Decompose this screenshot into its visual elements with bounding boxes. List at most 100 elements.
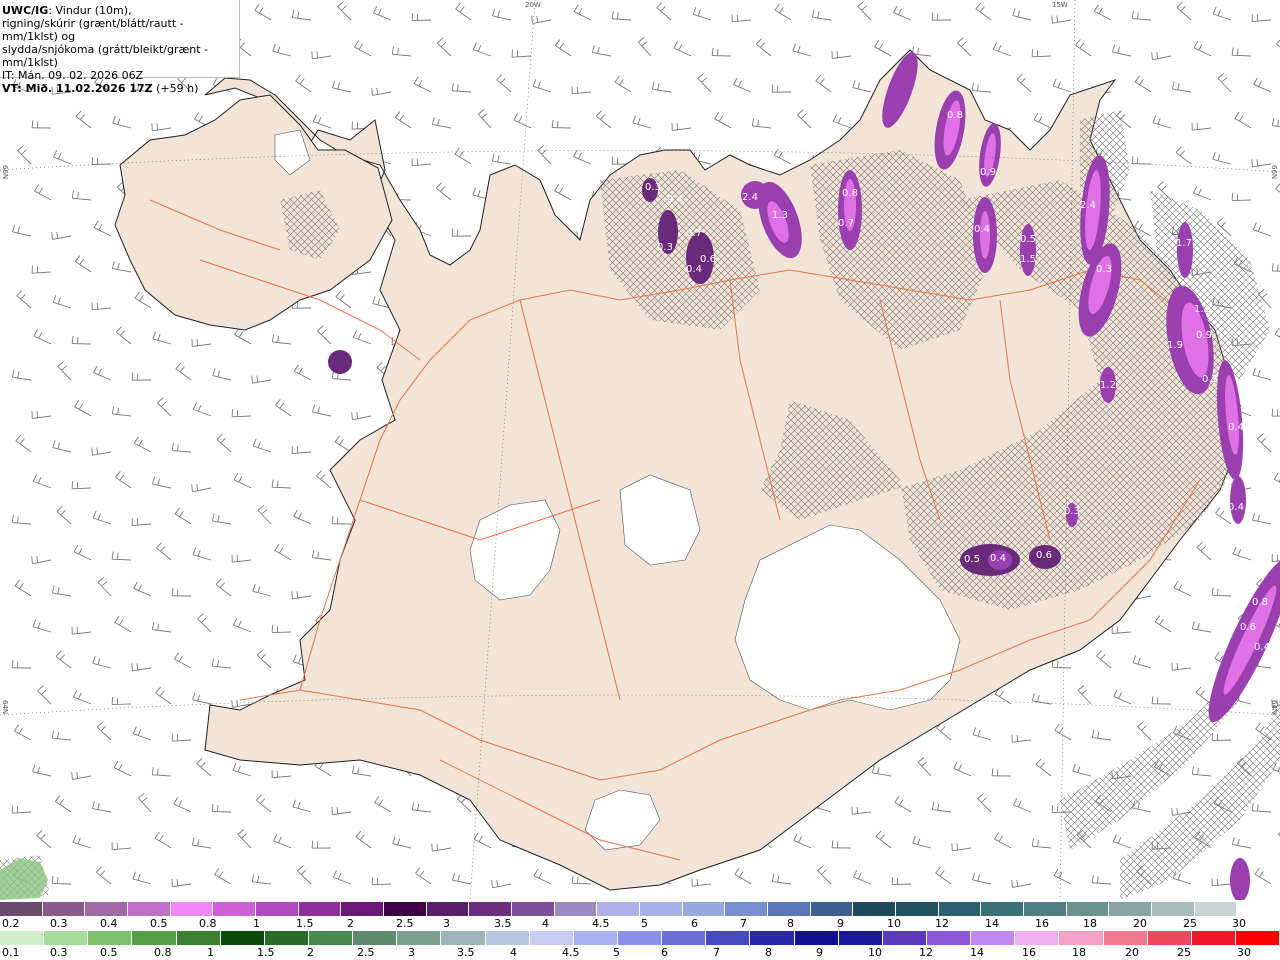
- scale-label: 0.4: [100, 917, 118, 930]
- wind-barb: [1152, 114, 1172, 130]
- wind-barb: [1134, 719, 1158, 741]
- precip-value-label: 0.3: [1064, 506, 1080, 517]
- precip-value-label: 0.4: [1228, 502, 1244, 513]
- precip-value-label: 0.4: [990, 553, 1006, 564]
- scale-swatch: [682, 902, 726, 916]
- precip-value-label: 1.7: [1176, 238, 1192, 249]
- wind-barb: [248, 368, 272, 389]
- wind-barb: [53, 794, 75, 813]
- wind-barb: [1192, 185, 1213, 201]
- scale-label: 1: [253, 917, 260, 930]
- precip-value-label: 0.4: [974, 224, 990, 235]
- wind-barb: [292, 509, 313, 525]
- wind-barb: [694, 71, 718, 93]
- wind-barb: [948, 835, 972, 857]
- wind-barb: [449, 78, 472, 98]
- scale-label: 6: [691, 917, 698, 930]
- wind-barb: [1029, 43, 1052, 63]
- wind-barb: [393, 110, 415, 129]
- wind-barb: [33, 828, 57, 849]
- scale-swatch: [971, 931, 1016, 945]
- wind-barb: [170, 438, 192, 457]
- wind-barb: [431, 114, 452, 131]
- wind-barb: [112, 760, 134, 777]
- wind-barb: [191, 690, 212, 707]
- wind-barb: [149, 762, 172, 782]
- wind-barb: [509, 43, 532, 64]
- wind-barb: [252, 438, 272, 453]
- scale-label: 4: [542, 917, 549, 930]
- wind-barb: [1073, 38, 1096, 57]
- scale-swatch: [512, 902, 555, 916]
- wind-barb: [250, 870, 272, 889]
- wind-barb: [770, 870, 792, 888]
- scale-label: 0.5: [150, 917, 168, 930]
- wind-barb: [1233, 111, 1255, 129]
- wind-barb: [792, 833, 813, 849]
- scale-swatch: [706, 931, 751, 945]
- scale-swatch: [1059, 931, 1104, 945]
- wind-barb: [1192, 40, 1214, 57]
- wind-barb: [148, 115, 172, 137]
- wind-barb: [852, 869, 873, 885]
- scale-swatch: [256, 902, 299, 916]
- wind-barb: [369, 871, 392, 891]
- lat-label-66n-right: 66N: [1270, 165, 1278, 180]
- wind-barb: [490, 150, 512, 168]
- wind-barb: [269, 619, 292, 639]
- wind-barb: [772, 147, 794, 165]
- wind-barb: [9, 655, 32, 675]
- wind-barb: [854, 0, 878, 21]
- wind-barb: [50, 582, 72, 600]
- wind-barb: [172, 796, 193, 813]
- wind-barb: [29, 115, 52, 135]
- scale-label: 5: [613, 946, 620, 959]
- wind-barb: [549, 115, 572, 134]
- wind-barb: [1112, 834, 1132, 849]
- wind-barb: [832, 113, 853, 129]
- wind-barb: [1188, 115, 1212, 137]
- wind-barb: [728, 7, 752, 28]
- wind-barb: [91, 654, 112, 670]
- precip-value-label: 0.5: [964, 554, 980, 565]
- wind-barb: [451, 870, 472, 887]
- precip-value-label: 0.4: [1228, 422, 1244, 433]
- scale-label: 14: [970, 946, 984, 959]
- wind-barb: [293, 73, 316, 93]
- wind-barb: [472, 831, 494, 849]
- scale-swatch: [981, 902, 1025, 916]
- wind-barb: [372, 795, 395, 813]
- scale-label: 7: [740, 917, 747, 930]
- wind-barb: [1011, 6, 1032, 23]
- wind-barb: [692, 6, 712, 21]
- precip-value-label: 0.8: [1252, 597, 1268, 608]
- scale-label: 0.8: [199, 917, 217, 930]
- wind-barb: [253, 3, 275, 21]
- wind-barb: [390, 42, 412, 61]
- precip-value-label: 1.5: [1020, 254, 1036, 265]
- wind-barb: [109, 691, 132, 711]
- wind-barb: [773, 2, 795, 21]
- wind-barb: [413, 866, 436, 885]
- wind-barb: [192, 546, 212, 562]
- scale-swatch: [662, 931, 707, 945]
- precip-value-label: 0.7: [838, 218, 854, 229]
- wind-barb: [1129, 151, 1152, 171]
- scale-label: 18: [1083, 917, 1097, 930]
- scale-swatch: [176, 931, 221, 945]
- wind-barb: [634, 35, 658, 57]
- wind-barb: [150, 618, 172, 636]
- forecast-map: 0.30.40.70.30.40.62.41.30.80.70.80.90.40…: [0, 0, 1280, 900]
- precip-value-label: 0.4: [1254, 642, 1270, 653]
- wind-barb: [72, 399, 95, 417]
- scale-swatch: [794, 931, 839, 945]
- wind-barb: [288, 583, 312, 605]
- wind-barb: [292, 798, 312, 814]
- wind-barb: [1033, 757, 1056, 777]
- precip-value-label: 0.6: [700, 254, 716, 265]
- wind-barb: [70, 186, 92, 205]
- precip-value-label: 0.3: [657, 242, 673, 253]
- wind-barb: [410, 798, 432, 817]
- precip-value-label: 0.6: [1036, 550, 1052, 561]
- wind-barb: [428, 836, 452, 857]
